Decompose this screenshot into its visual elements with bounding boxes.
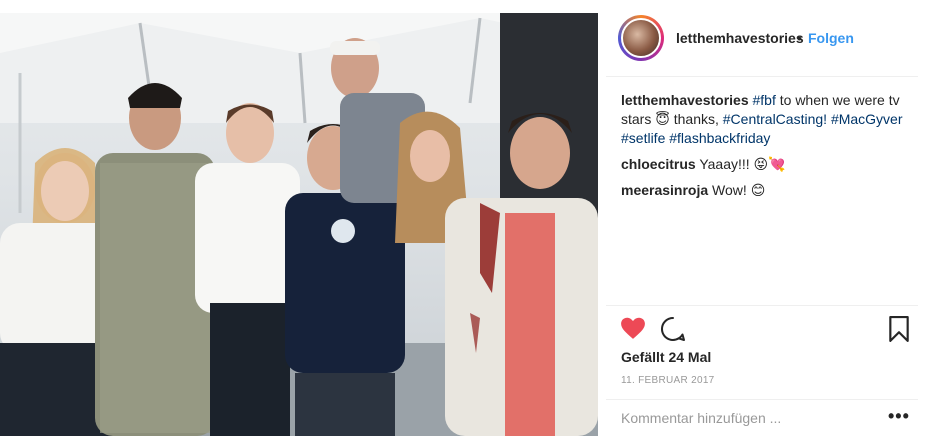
post-date: 11. FEBRUAR 2017 [621,375,715,386]
header-separator: • [797,30,802,46]
hashtag-link[interactable]: #MacGyver [831,111,903,127]
add-comment-bar: ••• [606,399,918,436]
comment-text: Wow! 😊 [708,182,766,198]
hashtag-link[interactable]: #fbf [753,92,776,108]
instagram-post: letthemhavestories • Folgen letthemhaves… [0,0,931,446]
caption-emoji: 😇 [655,111,670,127]
hashtag-link[interactable]: #setlife [621,130,665,146]
header-username[interactable]: letthemhavestories [676,30,804,46]
post-header: letthemhavestories • Folgen [606,13,918,77]
comment-username[interactable]: meerasinroja [621,182,708,198]
comment-item: chloecitrus Yaaay!!! 😝💘 [621,155,911,174]
heart-icon[interactable] [620,316,646,340]
likes-count[interactable]: Gefällt 24 Mal [621,349,711,365]
caption-username[interactable]: letthemhavestories [621,92,749,108]
comment-input[interactable] [621,410,871,426]
avatar[interactable] [618,15,664,61]
comment-text: Yaaay!!! 😝💘 [695,156,786,172]
post-photo[interactable] [0,13,598,436]
caption: letthemhavestories #fbf to when we were … [621,91,911,148]
hashtag-link[interactable]: #flashbackfriday [669,130,770,146]
hashtag-link[interactable]: #CentralCasting! [723,111,827,127]
follow-button[interactable]: Folgen [808,30,854,46]
post-details: letthemhavestories • Folgen letthemhaves… [606,13,918,436]
bookmark-icon[interactable] [888,316,910,342]
action-bar [606,305,918,345]
more-options-icon[interactable]: ••• [888,406,910,427]
comments-section: letthemhavestories #fbf to when we were … [621,91,911,207]
comment-icon[interactable] [660,316,686,342]
comment-item: meerasinroja Wow! 😊 [621,181,911,200]
comment-username[interactable]: chloecitrus [621,156,696,172]
avatar-image [621,18,661,58]
group-photo-illustration [0,13,598,436]
caption-text: thanks, [669,111,723,127]
